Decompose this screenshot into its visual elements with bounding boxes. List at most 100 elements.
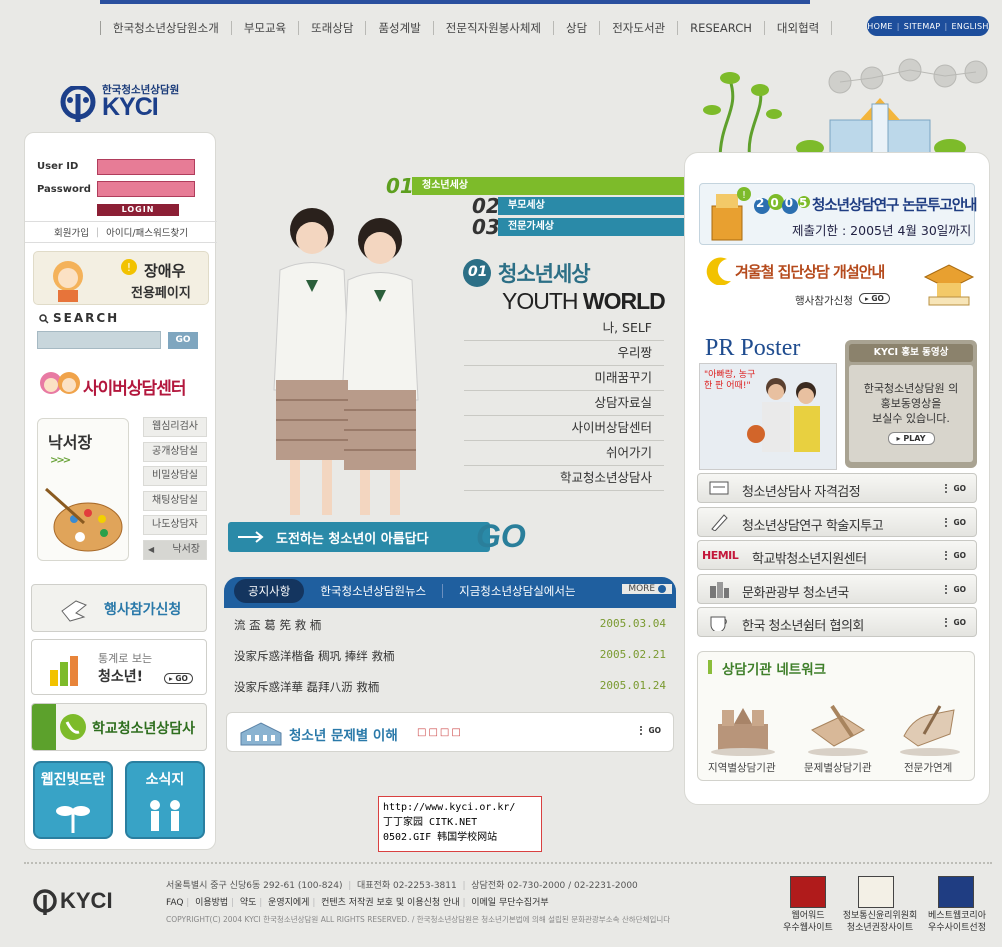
submenu-school[interactable]: 학교청소년상담사 (464, 466, 664, 491)
cyber-counsel-center-link[interactable]: 사이버상담센터 (37, 367, 207, 409)
sprout-icon (56, 806, 90, 833)
tab-expert-world[interactable]: 전문가세상 (498, 218, 686, 236)
link-out-of-school[interactable]: HEMIL 학교밖청소년지원센터 GO (697, 540, 977, 570)
news-date: 2005.02.21 (599, 648, 666, 661)
submenu-future[interactable]: 미래꿈꾸기 (464, 366, 664, 391)
link-journal-submit[interactable]: 청소년상담연구 학술지투고 GO (697, 506, 977, 537)
web-award-badge[interactable] (790, 876, 826, 908)
challenge-go-banner[interactable]: 도전하는 청소년이 아름답다 GO (228, 518, 528, 554)
search-go-button[interactable]: GO (168, 332, 198, 349)
ethics-committee-badge[interactable] (858, 876, 894, 908)
stats-go-button[interactable]: ▸ GO (164, 673, 193, 684)
event-apply-banner[interactable]: 행사참가신청 (31, 584, 207, 632)
password-input[interactable] (97, 181, 195, 197)
submenu-best[interactable]: 우리짱 (464, 341, 664, 366)
tab-counsel-now[interactable]: 지금청소년상담실에서는 (443, 584, 591, 598)
board-item-open-counsel[interactable]: 공개상담실 (143, 441, 207, 462)
promo-video-text-2: 홍보동영상을 (880, 397, 942, 410)
nav-item-character[interactable]: 품성계발 (365, 21, 432, 35)
find-account-link[interactable]: 아이디/패스워드찾기 (106, 225, 188, 239)
news-row[interactable]: 流 盃 葛 筅 救 栭 2005.03.04 (234, 617, 666, 648)
moon-icon (706, 257, 731, 285)
footer-link-usage[interactable]: 이용방법 (195, 898, 228, 908)
footer-link-email[interactable]: 이메일 무단수집거부 (471, 898, 548, 908)
tab-notice[interactable]: 공지사항 (234, 579, 305, 603)
link-shelter-council[interactable]: 한국 청소년쉼터 협의회 GO (697, 607, 977, 637)
site-logo[interactable]: 한국청소년상담원 KYCI (58, 80, 188, 124)
search-input[interactable] (37, 331, 161, 349)
nav-item-parent-edu[interactable]: 부모교육 (230, 21, 298, 35)
home-link[interactable]: HOME (867, 22, 892, 31)
watermark-line-1: http://www.kyci.or.kr/ (383, 802, 516, 813)
nav-item-counsel[interactable]: 상담 (553, 21, 599, 35)
tab-parent-world[interactable]: 부모세상 (498, 197, 686, 215)
board-item-chat-counsel[interactable]: 채팅상담실 (143, 490, 207, 511)
youth-world-number: 01 (468, 264, 488, 280)
nav-item-research[interactable]: RESEARCH (677, 21, 764, 35)
network-item-problem[interactable]: 문제별상담기관 (804, 760, 872, 775)
nav-item-volunteer[interactable]: 전문직자원봉사체제 (432, 21, 553, 35)
news-row[interactable]: 没家斥惑洋華 磊拜八沥 救栭 2005.01.24 (234, 679, 666, 710)
board-item-me-counselor[interactable]: 나도상담자 (143, 515, 207, 535)
school-counselor-label: 학교청소년상담사 (92, 721, 196, 737)
tab-youth-world[interactable]: 청소년세상 (412, 177, 686, 195)
disabled-page-banner[interactable]: ! 장애우 전용페이지 (33, 251, 209, 305)
stats-label-2: 청소년! (98, 669, 144, 685)
link-culture-ministry[interactable]: 문화관광부 청소년국 GO (697, 573, 977, 604)
graffiti-board[interactable]: 낙서장 >>> (37, 418, 129, 561)
footer-link-admin[interactable]: 운영지에게 (268, 898, 309, 908)
footer-link-copyright[interactable]: 컨텐츠 저작권 보호 및 이용신청 안내 (321, 898, 460, 908)
nav-item-about[interactable]: 한국청소년상담원소개 (100, 21, 231, 35)
promo-video-box[interactable]: KYCI 홍보 동영상 한국청소년상담원 의 홍보동영상을 보실수 있습니다. … (845, 340, 977, 468)
join-link[interactable]: 회원가입 (54, 225, 89, 239)
tab-youth-world-label: 청소년세상 (422, 180, 468, 191)
submenu-self[interactable]: 나, SELF (464, 316, 664, 341)
board-item-graffiti[interactable]: ◀ 낙서장 (143, 539, 207, 560)
building-icon (240, 722, 282, 746)
winter-group-banner[interactable]: 겨울철 집단상담 개설안내 행사참가신청 ▸ GO (699, 255, 975, 315)
problem-understanding-banner[interactable]: 청소년 문제별 이해 □□□□ GO (226, 712, 674, 752)
submenu-resources[interactable]: 상담자료실 (464, 391, 664, 416)
board-item-secret-counsel[interactable]: 비밀상담실 (143, 466, 207, 486)
link-counselor-exam[interactable]: 청소년상담사 자격검정 GO (697, 473, 977, 503)
play-button[interactable]: ▸ PLAY (887, 432, 935, 445)
promo-video-body: 한국청소년상담원 의 홍보동영상을 보실수 있습니다. ▸ PLAY (849, 365, 973, 462)
news-row[interactable]: 没家斥惑洋楷备 稠巩 捧绊 救栭 2005.02.21 (234, 648, 666, 679)
sitemap-link[interactable]: SITEMAP (904, 22, 941, 31)
webzine-button[interactable]: 웹진빛뜨란 (33, 761, 113, 839)
stats-go-label: GO (175, 674, 188, 683)
network-item-expert[interactable]: 전문가연계 (904, 760, 952, 775)
submenu-rest[interactable]: 쉬어가기 (464, 441, 664, 466)
scroll-icon (900, 705, 960, 756)
submenu-cyber[interactable]: 사이버상담센터 (464, 416, 664, 441)
network-item-region[interactable]: 지역별상담기관 (708, 760, 776, 775)
pr-poster[interactable]: PR Poster "아빠랑, 농구 한 판 어때!" (699, 335, 837, 470)
thesis-banner[interactable]: ! 2005 청소년상담연구 논문투고안내 제출기한 : 2005년 4월 30… (699, 183, 977, 245)
footer-link-faq[interactable]: FAQ (166, 898, 183, 908)
winter-go-button[interactable]: ▸ GO (859, 293, 890, 304)
login-button[interactable]: LOGIN (97, 204, 179, 216)
footer-link-map[interactable]: 약도 (240, 898, 257, 908)
tab-kyci-news[interactable]: 한국청소년상담원뉴스 (304, 584, 444, 598)
ethics-committee-label-2: 청소년권장사이트 (846, 923, 914, 933)
nav-item-library[interactable]: 전자도서관 (599, 21, 677, 35)
best-web-korea-badge[interactable] (938, 876, 974, 908)
news-date: 2005.03.04 (599, 617, 666, 630)
board-item-web-test[interactable]: 웹심리검사 (143, 417, 207, 437)
stats-banner[interactable]: 통계로 보는 청소년! ▸ GO (31, 639, 207, 695)
more-button[interactable]: MORE (622, 584, 672, 594)
problem-dots: □□□□ (417, 727, 463, 738)
nav-item-external[interactable]: 대외협력 (763, 21, 833, 35)
footer-copyright: COPYRIGHT(C) 2004 KYCI 한국청소년상담원 ALL RIGH… (166, 915, 671, 924)
user-id-input[interactable] (97, 159, 195, 175)
news-title: 没家斥惑洋華 磊拜八沥 救栭 (234, 680, 380, 694)
bar-chart-icon (50, 656, 78, 686)
nav-item-peer[interactable]: 또래상담 (298, 21, 365, 35)
board-menu: 웹심리검사 공개상담실 비밀상담실 채팅상담실 나도상담자 ◀ 낙서장 (143, 417, 207, 564)
web-award-label-2: 우수웹사이트 (783, 923, 833, 933)
newsletter-button[interactable]: 소식지 (125, 761, 205, 839)
school-counselor-banner[interactable]: 학교청소년상담사 (31, 703, 207, 751)
english-link[interactable]: ENGLISH (951, 22, 988, 31)
footer-address: 서울특별시 중구 신당6동 292-61 (100-824) (166, 881, 343, 891)
problem-go-button[interactable]: GO (640, 726, 661, 735)
